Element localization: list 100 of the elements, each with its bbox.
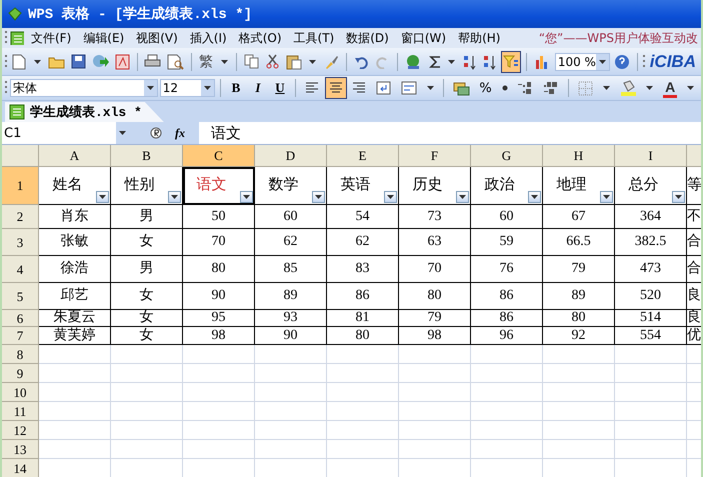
column-header[interactable]: D [255, 145, 327, 167]
empty-cell[interactable] [615, 402, 687, 421]
row-header[interactable]: 12 [2, 421, 39, 440]
document-tab[interactable]: 学生成绩表.xls * [5, 102, 164, 122]
header-cell[interactable]: 地理 [543, 167, 615, 205]
empty-cell[interactable] [183, 345, 255, 364]
empty-cell[interactable] [327, 421, 399, 440]
column-header[interactable]: H [543, 145, 615, 167]
empty-cell[interactable] [543, 402, 615, 421]
menu-item[interactable]: 编辑(E) [78, 28, 130, 48]
row-header[interactable]: 7 [2, 327, 39, 345]
menu-item[interactable]: 插入(I) [184, 28, 232, 48]
filter-dropdown-button[interactable] [672, 191, 685, 203]
column-header[interactable]: I [615, 145, 687, 167]
row-header[interactable]: 6 [2, 310, 39, 327]
header-cell[interactable]: 总分 [615, 167, 687, 205]
empty-cell[interactable] [183, 440, 255, 459]
column-header[interactable]: F [399, 145, 471, 167]
menu-item[interactable]: 视图(V) [131, 28, 183, 48]
empty-cell[interactable] [399, 345, 471, 364]
header-cell[interactable]: 姓名 [39, 167, 111, 205]
row-header[interactable]: 10 [2, 383, 39, 402]
empty-cell[interactable] [111, 421, 183, 440]
percent-button[interactable]: % [475, 77, 496, 99]
underline-button[interactable]: U [270, 77, 290, 99]
empty-cell[interactable] [615, 421, 687, 440]
empty-cell[interactable] [255, 402, 327, 421]
zoom-combo[interactable]: 100 % [554, 52, 610, 70]
column-header[interactable]: G [471, 145, 543, 167]
empty-cell[interactable] [327, 364, 399, 383]
empty-cell[interactable] [255, 440, 327, 459]
traditional-chinese-button[interactable]: 繁 [196, 50, 216, 72]
empty-cell[interactable] [111, 345, 183, 364]
empty-cell[interactable] [543, 364, 615, 383]
empty-cell[interactable] [111, 402, 183, 421]
font-name-combo[interactable]: 宋体 [10, 79, 158, 97]
empty-cell[interactable] [255, 383, 327, 402]
formula-input[interactable]: 语文 [199, 122, 701, 144]
row-header[interactable]: 11 [2, 402, 39, 421]
row-header[interactable]: 4 [2, 256, 39, 283]
header-cell[interactable]: 英语 [327, 167, 399, 205]
empty-cell[interactable] [399, 402, 471, 421]
empty-cell[interactable] [255, 345, 327, 364]
row-header[interactable]: 3 [2, 229, 39, 256]
row-header[interactable]: 5 [2, 283, 39, 310]
empty-cell[interactable] [327, 440, 399, 459]
filter-dropdown-button[interactable] [168, 191, 181, 203]
filter-dropdown-button[interactable] [456, 191, 469, 203]
select-all-corner[interactable] [2, 145, 39, 167]
size-dropdown-button[interactable] [200, 80, 214, 96]
column-header[interactable] [687, 145, 701, 167]
empty-cell[interactable] [543, 383, 615, 402]
align-center-button[interactable] [324, 77, 346, 99]
empty-cell[interactable] [471, 421, 543, 440]
empty-cell[interactable] [543, 421, 615, 440]
font-size-combo[interactable]: 12 [160, 79, 215, 97]
empty-cell[interactable] [183, 402, 255, 421]
row-header[interactable]: 8 [2, 345, 39, 364]
zoom-dropdown-button[interactable] [596, 54, 609, 70]
empty-cell[interactable] [471, 440, 543, 459]
empty-cell[interactable] [111, 364, 183, 383]
menu-item[interactable]: 工具(T) [288, 28, 340, 48]
filter-dropdown-button[interactable] [96, 191, 109, 203]
empty-cell[interactable] [399, 421, 471, 440]
menu-item[interactable]: 数据(D) [341, 28, 394, 48]
empty-cell[interactable] [471, 402, 543, 421]
font-dropdown-button[interactable] [144, 80, 157, 96]
row-header[interactable]: 2 [2, 205, 39, 229]
italic-button[interactable]: I [248, 77, 268, 99]
empty-cell[interactable] [543, 440, 615, 459]
promo-link[interactable]: “您”——WPS用户体验互动改 [538, 30, 698, 46]
empty-cell[interactable] [327, 402, 399, 421]
header-cell[interactable]: 政治 [471, 167, 543, 205]
header-cell[interactable]: 性别 [111, 167, 183, 205]
menu-item[interactable]: 帮助(H) [453, 28, 506, 48]
filter-dropdown-button[interactable] [312, 191, 325, 203]
empty-cell[interactable] [615, 440, 687, 459]
column-header[interactable]: B [111, 145, 183, 167]
row-header[interactable]: 14 [2, 459, 39, 477]
name-box[interactable]: C1 [2, 122, 128, 144]
menu-item[interactable]: 格式(O) [234, 28, 287, 48]
menu-item[interactable]: 窗口(W) [396, 28, 452, 48]
empty-cell[interactable] [255, 421, 327, 440]
row-header[interactable]: 1 [2, 167, 39, 205]
empty-cell[interactable] [399, 440, 471, 459]
empty-cell[interactable] [111, 383, 183, 402]
empty-cell[interactable] [615, 364, 687, 383]
menu-item[interactable]: 文件(F) [26, 28, 76, 48]
header-cell[interactable]: 历史 [399, 167, 471, 205]
row-header[interactable]: 13 [2, 440, 39, 459]
empty-cell[interactable] [471, 364, 543, 383]
filter-dropdown-button[interactable] [240, 191, 253, 203]
empty-cell[interactable] [183, 383, 255, 402]
empty-cell[interactable] [543, 345, 615, 364]
filter-dropdown-button[interactable] [600, 191, 613, 203]
empty-cell[interactable] [183, 364, 255, 383]
column-header[interactable]: E [327, 145, 399, 167]
column-header[interactable]: C [183, 145, 255, 167]
filter-button[interactable] [501, 50, 522, 72]
insert-function-button[interactable]: fx [173, 126, 187, 140]
